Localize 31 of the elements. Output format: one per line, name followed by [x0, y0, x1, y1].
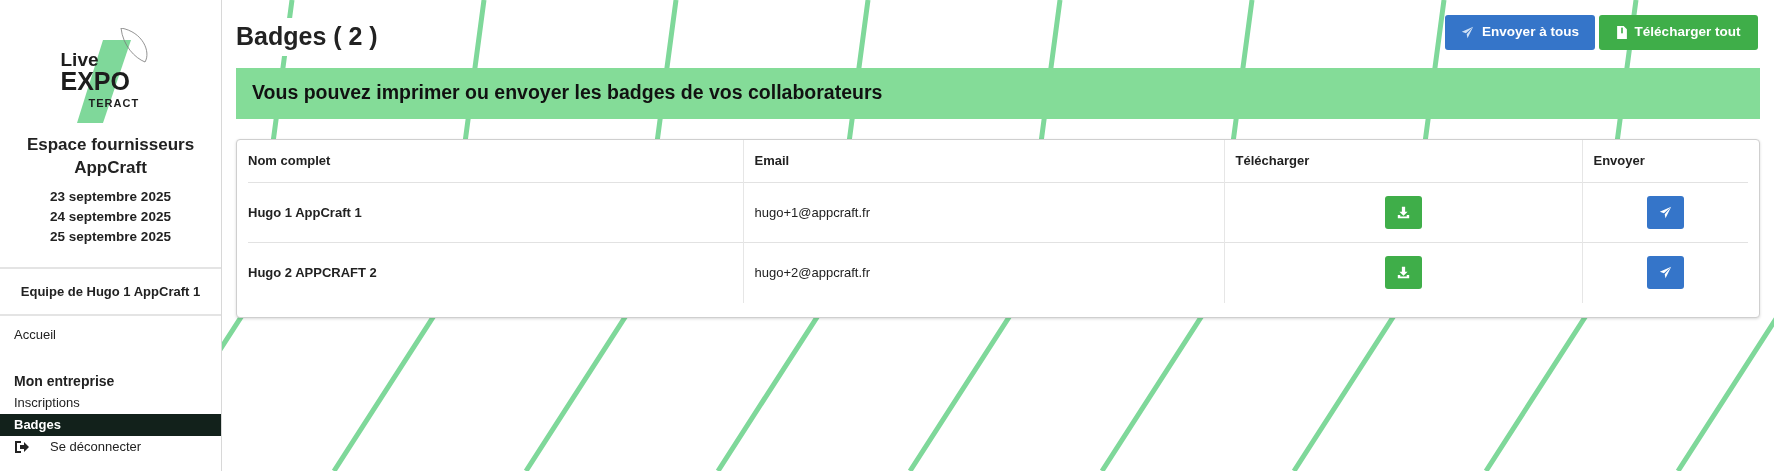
download-button[interactable]: [1384, 256, 1422, 290]
send-button[interactable]: [1646, 196, 1684, 229]
table-cell: hugo+2@appcraft.fr: [743, 242, 1224, 303]
column-header: Envoyer: [1582, 139, 1748, 183]
column-header: Télécharger: [1224, 139, 1582, 183]
event-date: 23 septembre 2025: [50, 188, 171, 206]
download-button[interactable]: [1384, 196, 1422, 229]
nav-item[interactable]: Badges: [0, 414, 221, 436]
nav-item[interactable]: Inscriptions: [0, 392, 221, 414]
send-icon: [1658, 206, 1672, 219]
download-icon: [1396, 206, 1410, 219]
send-all-button[interactable]: Envoyer à tous: [1445, 15, 1595, 50]
table-cell: hugo+1@appcraft.fr: [743, 182, 1224, 243]
event-date: 25 septembre 2025: [50, 228, 171, 246]
send-icon: [1658, 266, 1672, 280]
sidebar-title: Espace fournisseurs AppCraft: [25, 134, 196, 179]
event-date: 24 septembre 2025: [50, 208, 171, 226]
logout-icon: [14, 440, 30, 454]
column-header: Email: [743, 139, 1224, 183]
send-button[interactable]: [1646, 256, 1684, 290]
table-cell: Hugo 1 AppCraft 1: [248, 182, 743, 243]
team-name: Equipe de Hugo 1 AppCraft 1: [20, 282, 201, 301]
file-icon: [1616, 26, 1627, 39]
table-cell: Hugo 2 APPCRAFT 2: [248, 242, 743, 303]
send-icon: [1461, 26, 1475, 39]
section-heading: Mon entreprise: [13, 371, 116, 391]
logout-link[interactable]: Se déconnecter: [0, 436, 221, 458]
nav-item[interactable]: Accueil: [0, 324, 221, 346]
column-header: Nom complet: [248, 139, 743, 183]
banner-text: Vous pouvez imprimer ou envoyer les badges de vos collaborateurs: [252, 80, 883, 106]
download-icon: [1396, 266, 1410, 280]
